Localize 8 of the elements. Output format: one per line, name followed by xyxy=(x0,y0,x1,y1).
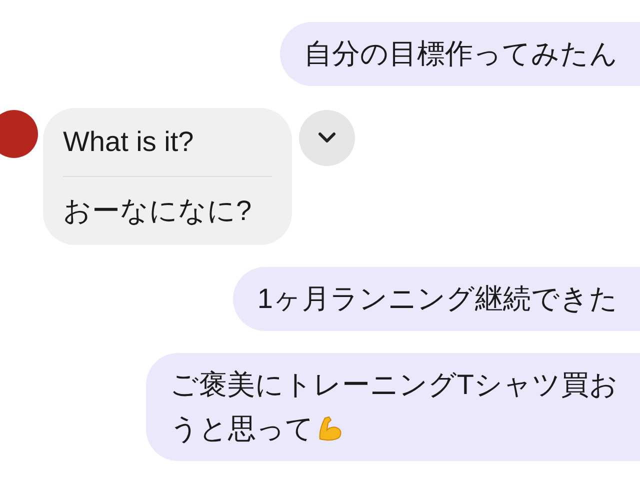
chevron-down-icon xyxy=(317,132,337,144)
message-text: What is it? xyxy=(63,125,195,159)
message-text: ご褒美にトレーニングTシャツ買お xyxy=(170,369,618,400)
avatar xyxy=(0,110,38,158)
message-text: うと思って xyxy=(170,413,314,444)
message-text: 自分の目標作ってみたん xyxy=(304,38,618,69)
translation-text: おーなになに? xyxy=(63,194,253,228)
message-text: 1ヶ月ランニング継続できた xyxy=(257,283,618,314)
